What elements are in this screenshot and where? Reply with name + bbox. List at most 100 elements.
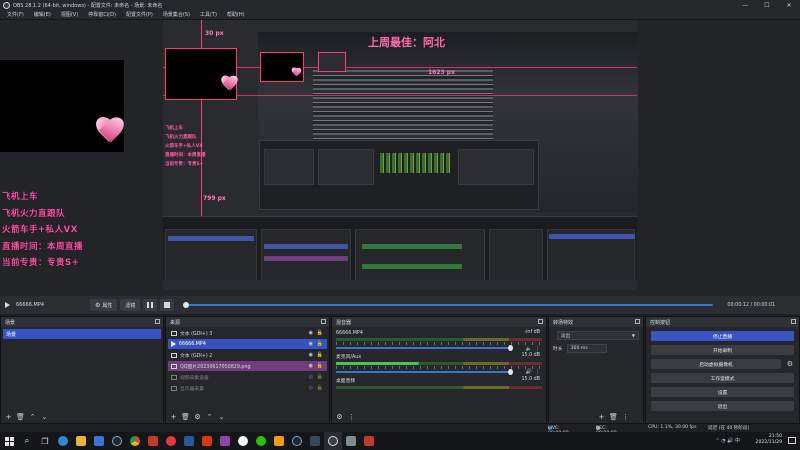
qq-icon[interactable]: [234, 432, 252, 450]
menu-scene-collection[interactable]: 场景集合(S): [163, 11, 190, 18]
more-icon[interactable]: ⋮: [347, 412, 356, 421]
eye-icon[interactable]: ◉: [309, 341, 313, 347]
eye-icon[interactable]: ◉: [309, 352, 313, 358]
move-up-icon[interactable]: ⌃: [205, 412, 214, 421]
close-button[interactable]: ✕: [778, 0, 800, 10]
source-item[interactable]: 文本 (GDI+) 2 ◉ 🔓: [168, 350, 327, 360]
app-icon[interactable]: [342, 432, 360, 450]
move-down-icon[interactable]: ⌄: [40, 412, 49, 421]
lock-icon[interactable]: 🔓: [317, 385, 323, 391]
undock-icon[interactable]: [321, 319, 326, 324]
transition-select[interactable]: 淡出 ▼: [557, 331, 639, 340]
eye-icon[interactable]: ◉: [309, 363, 313, 369]
source-item[interactable]: 66666.MP4 ◉ 🔓: [168, 339, 327, 349]
more-icon[interactable]: ⋮: [535, 369, 540, 375]
add-source-icon[interactable]: +: [169, 412, 178, 421]
studio-mode-button[interactable]: 工作室模式: [651, 373, 794, 383]
office-icon[interactable]: [198, 432, 216, 450]
edge-icon[interactable]: [54, 432, 72, 450]
menu-docks[interactable]: 停靠窗口(D): [88, 11, 116, 18]
minimize-button[interactable]: —: [734, 0, 756, 10]
maximize-button[interactable]: ☐: [756, 0, 778, 10]
volume-fader[interactable]: [336, 369, 514, 375]
move-down-icon[interactable]: ⌄: [217, 412, 226, 421]
menu-profile[interactable]: 配置文件(P): [126, 11, 153, 18]
wechat-icon[interactable]: [252, 432, 270, 450]
fader-handle[interactable]: [508, 345, 514, 351]
app-icon[interactable]: [144, 432, 162, 450]
scene-item[interactable]: 场景: [3, 329, 161, 339]
add-scene-icon[interactable]: +: [4, 412, 13, 421]
eye-icon[interactable]: ◎: [309, 374, 313, 380]
menu-file[interactable]: 文件(F): [7, 11, 24, 18]
menu-edit[interactable]: 编辑(E): [34, 11, 51, 18]
lock-icon[interactable]: 🔓: [317, 363, 323, 369]
lock-icon[interactable]: 🔓: [317, 341, 323, 347]
add-transition-icon[interactable]: +: [597, 412, 606, 421]
start-virtual-camera-button[interactable]: 启动虚拟摄像机 ⚙: [651, 359, 793, 369]
source-properties-icon[interactable]: ⚙: [193, 412, 202, 421]
stop-button[interactable]: [160, 299, 175, 311]
play-icon[interactable]: [5, 302, 10, 308]
word-icon[interactable]: [180, 432, 198, 450]
duration-input[interactable]: 300 ms: [566, 344, 607, 353]
speaker-icon[interactable]: 🔊: [526, 369, 532, 375]
lock-icon[interactable]: 🔓: [317, 374, 323, 380]
move-up-icon[interactable]: ⌃: [28, 412, 37, 421]
search-icon[interactable]: ⌕: [18, 432, 36, 450]
app-icon[interactable]: [306, 432, 324, 450]
undock-icon[interactable]: [635, 319, 640, 324]
chrome-icon[interactable]: [126, 432, 144, 450]
source-item[interactable]: 显示器采集 ◎ 🔓: [168, 383, 327, 393]
stop-streaming-button[interactable]: 停止直播: [651, 331, 794, 341]
start-recording-button[interactable]: 开始录制: [651, 345, 794, 355]
exit-button[interactable]: 退出: [651, 401, 794, 411]
fader-handle[interactable]: [508, 369, 514, 375]
undock-icon[interactable]: [791, 319, 796, 324]
remove-scene-icon[interactable]: 🗑: [16, 412, 25, 421]
store-icon[interactable]: [90, 432, 108, 450]
mixer-settings-icon[interactable]: ⚙: [335, 412, 344, 421]
explorer-icon[interactable]: [72, 432, 90, 450]
notification-icon[interactable]: [788, 437, 796, 444]
eye-icon[interactable]: ◎: [309, 385, 313, 391]
speaker-icon[interactable]: 🔈: [526, 346, 532, 352]
undock-icon[interactable]: [155, 319, 160, 324]
menu-tools[interactable]: 工具(T): [200, 11, 217, 18]
seek-handle[interactable]: [183, 302, 190, 308]
steam-icon[interactable]: [108, 432, 126, 450]
app-icon[interactable]: [360, 432, 378, 450]
obs-taskbar-icon[interactable]: [324, 432, 342, 450]
music-app-icon[interactable]: [162, 432, 180, 450]
remove-transition-icon[interactable]: 🗑: [609, 412, 618, 421]
properties-button[interactable]: ⚙ 属性: [90, 299, 118, 311]
lock-icon[interactable]: 🔓: [317, 352, 323, 358]
pause-button[interactable]: [143, 299, 158, 311]
preview-canvas[interactable]: 30 px 1623 px 799 px 上周最佳：阿北 飞机上车 飞机火力直跟…: [0, 20, 800, 296]
source-item[interactable]: 视频采集设备 ◎ 🔓: [168, 372, 327, 382]
app-icon[interactable]: [216, 432, 234, 450]
more-icon[interactable]: ⋮: [621, 412, 630, 421]
volume-fader[interactable]: [336, 345, 514, 351]
display-capture-source[interactable]: 30 px 1623 px 799 px 上周最佳：阿北 飞机上车 飞机火力直跟…: [163, 20, 638, 290]
remove-source-icon[interactable]: 🗑: [181, 412, 190, 421]
clock[interactable]: 21:50 2022/11/29: [756, 434, 782, 446]
menu-help[interactable]: 帮助(H): [227, 11, 245, 18]
filters-button[interactable]: 滤镜: [120, 299, 141, 311]
settings-button[interactable]: 设置: [651, 387, 794, 397]
start-button[interactable]: [0, 432, 18, 450]
more-icon[interactable]: ⋮: [535, 346, 540, 352]
eye-icon[interactable]: ◉: [309, 330, 313, 336]
source-item[interactable]: QQ图片20230617050829.png ◉ 🔓: [168, 361, 327, 371]
undock-icon[interactable]: [538, 319, 543, 324]
source-item[interactable]: 文本 (GDI+) 3 ◉ 🔓: [168, 328, 327, 338]
seek-slider[interactable]: [183, 302, 714, 308]
menu-view[interactable]: 视图(V): [61, 11, 78, 18]
lock-icon[interactable]: 🔓: [317, 330, 323, 336]
delay-status: 延迟 (在 40 秒阶段): [708, 426, 750, 431]
app-icon[interactable]: [270, 432, 288, 450]
steam-icon[interactable]: [288, 432, 306, 450]
gear-icon[interactable]: ⚙: [787, 360, 793, 368]
task-view-icon[interactable]: ❐: [36, 432, 54, 450]
system-tray[interactable]: ⌃ ◔ 🔊 中: [715, 437, 740, 444]
